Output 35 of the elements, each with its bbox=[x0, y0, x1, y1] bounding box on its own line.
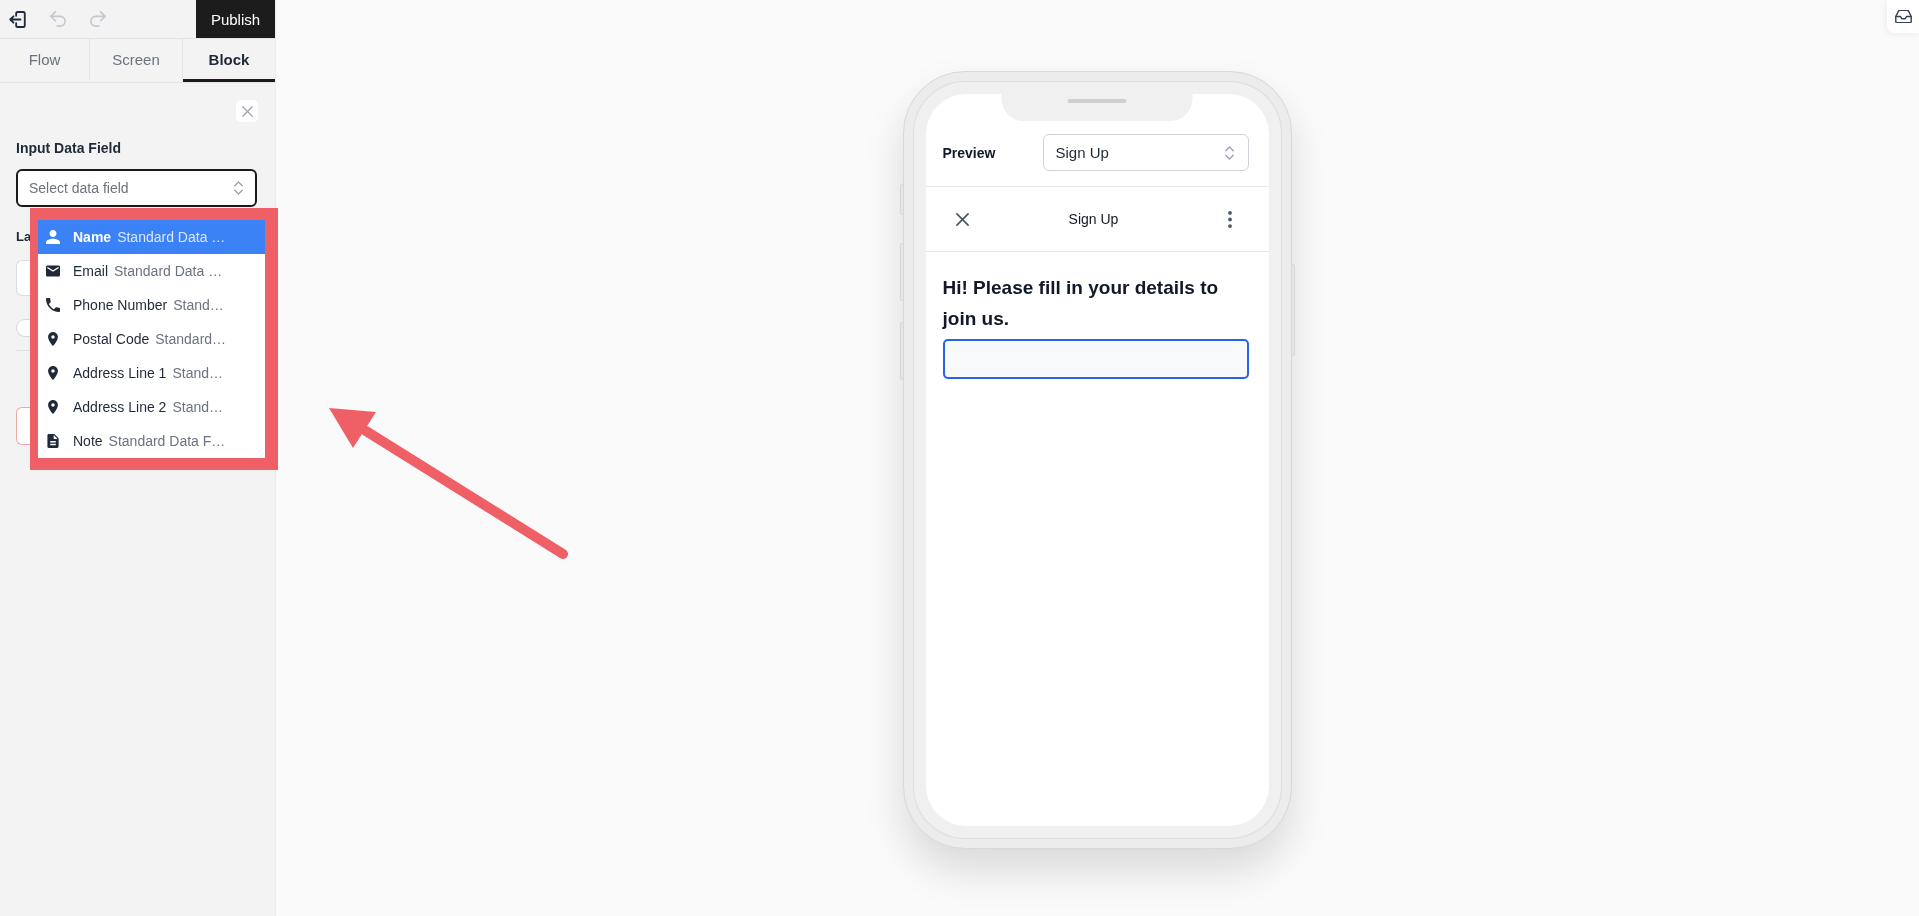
form-heading: Hi! Please fill in your details to join us. bbox=[942, 276, 1220, 331]
dropdown-option[interactable]: Postal Code Standard… bbox=[38, 322, 265, 356]
chevrons-icon bbox=[234, 181, 243, 195]
preview-label: Preview bbox=[942, 144, 996, 161]
inbox-button[interactable] bbox=[1887, 0, 1919, 33]
location-pin-icon bbox=[46, 332, 60, 346]
field-label: Input Data Field bbox=[16, 139, 121, 157]
dropdown-option[interactable]: Address Line 1 Stand… bbox=[38, 356, 265, 390]
phone-icon bbox=[46, 298, 60, 312]
location-pin-icon bbox=[46, 400, 60, 414]
close-icon bbox=[241, 105, 253, 117]
text-input-field[interactable] bbox=[942, 339, 1249, 379]
speaker-grille bbox=[1067, 99, 1127, 103]
dropdown-option[interactable]: Name Standard Data … bbox=[38, 220, 265, 254]
dropdown-option[interactable]: Email Standard Data … bbox=[38, 254, 265, 288]
person-icon bbox=[46, 230, 60, 244]
tab[interactable]: Screen bbox=[90, 39, 183, 82]
close-button[interactable] bbox=[236, 100, 258, 122]
field-label: La bbox=[16, 229, 32, 245]
close-icon[interactable] bbox=[955, 212, 969, 226]
screen-select[interactable]: Sign Up bbox=[1042, 134, 1249, 171]
publish-button[interactable]: Publish bbox=[196, 0, 275, 38]
inbox-icon bbox=[1894, 10, 1912, 23]
screen-title: Sign Up bbox=[1068, 211, 1119, 227]
tab[interactable]: Flow bbox=[0, 39, 90, 82]
chevrons-icon bbox=[1224, 145, 1234, 160]
envelope-icon bbox=[46, 264, 60, 278]
dropdown-option[interactable]: Address Line 2 Stand… bbox=[38, 390, 265, 424]
more-icon[interactable] bbox=[1227, 210, 1232, 228]
dropdown-option[interactable]: Phone Number Stand… bbox=[38, 288, 265, 322]
dropdown-option[interactable]: Note Standard Data F… bbox=[38, 424, 265, 458]
location-pin-icon bbox=[46, 366, 60, 380]
document-icon bbox=[46, 434, 60, 448]
exit-icon[interactable] bbox=[9, 10, 26, 28]
data-field-select[interactable]: Select data field bbox=[16, 169, 257, 207]
